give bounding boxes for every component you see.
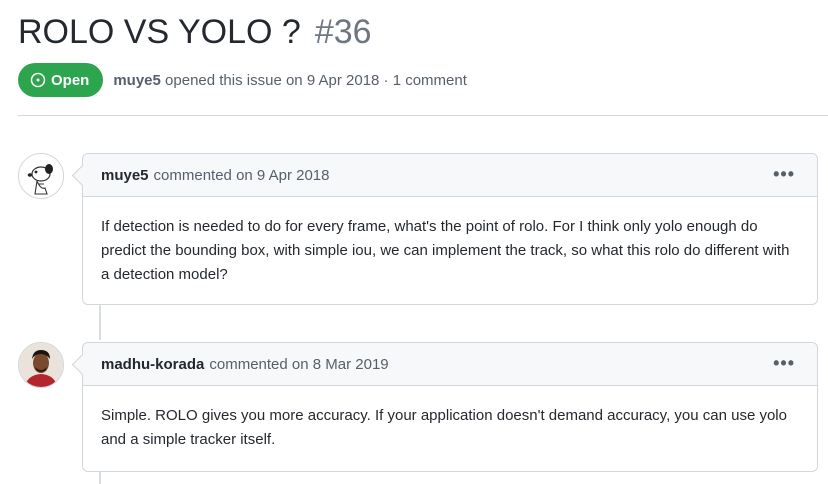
issue-number: #36 bbox=[314, 13, 372, 51]
comment-body: Simple. ROLO gives you more accuracy. If… bbox=[101, 407, 787, 448]
issue-author-link[interactable]: muye5 bbox=[113, 72, 161, 89]
issue-meta-text: muye5 opened this issue on 9 Apr 2018 · … bbox=[113, 72, 467, 89]
header-divider bbox=[18, 115, 828, 116]
comment-timestamp[interactable]: commented on 9 Apr 2018 bbox=[154, 167, 330, 184]
issue-opened-icon bbox=[30, 72, 46, 88]
comment-author-link[interactable]: muye5 bbox=[101, 167, 149, 184]
person-avatar-icon bbox=[19, 343, 63, 387]
kebab-menu-icon[interactable]: ••• bbox=[773, 354, 795, 372]
avatar[interactable] bbox=[18, 342, 64, 388]
comment-author-link[interactable]: madhu-korada bbox=[101, 356, 204, 373]
status-badge: Open bbox=[18, 63, 104, 97]
issue-meta-rest: opened this issue on 9 Apr 2018 · 1 comm… bbox=[165, 71, 467, 89]
comment-body: If detection is needed to do for every f… bbox=[101, 218, 790, 283]
comment-header: madhu-korada commented on 8 Mar 2019 ••• bbox=[83, 343, 817, 386]
timeline-connector bbox=[99, 472, 101, 484]
snoopy-avatar-icon bbox=[19, 154, 63, 198]
status-label: Open bbox=[51, 71, 90, 89]
comment-header: muye5 commented on 9 Apr 2018 ••• bbox=[83, 154, 817, 197]
kebab-menu-icon[interactable]: ••• bbox=[773, 165, 795, 183]
issue-meta: Open muye5 opened this issue on 9 Apr 20… bbox=[18, 63, 467, 97]
issue-title-text: ROLO VS YOLO ? bbox=[18, 13, 301, 51]
comment-timestamp[interactable]: commented on 8 Mar 2019 bbox=[209, 356, 388, 373]
comment-card: madhu-korada commented on 8 Mar 2019 •••… bbox=[82, 342, 818, 472]
comment-card: muye5 commented on 9 Apr 2018 ••• If det… bbox=[82, 153, 818, 305]
timeline-connector bbox=[99, 305, 101, 340]
issue-title: ROLO VS YOLO ? #36 bbox=[18, 10, 372, 54]
avatar[interactable] bbox=[18, 153, 64, 199]
